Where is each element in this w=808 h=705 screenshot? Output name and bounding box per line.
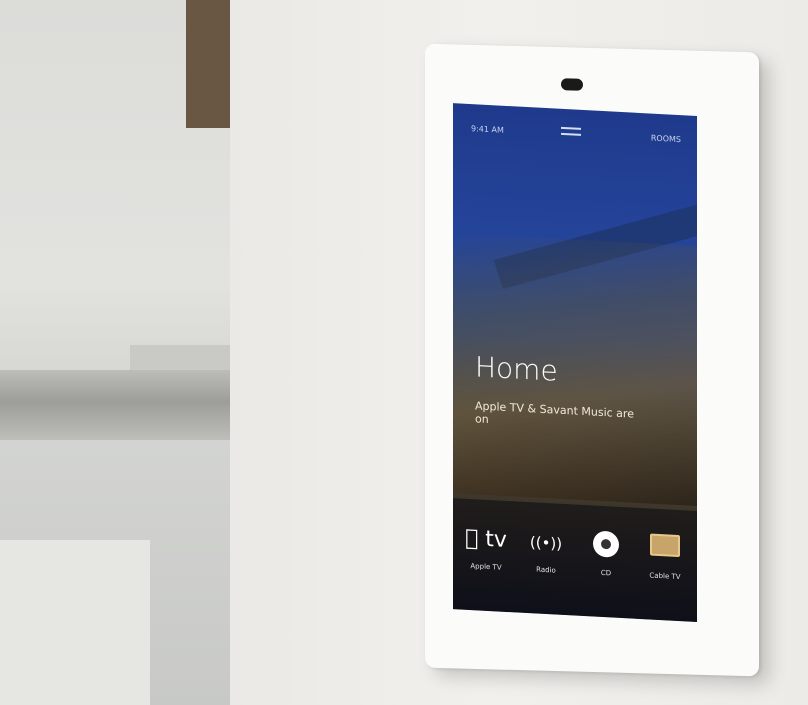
photo-scene: 9:41 AM ROOMS Home Apple TV & Savant Mus… xyxy=(0,0,808,705)
menu-icon[interactable] xyxy=(561,126,581,142)
apple-tv-icon:  tv xyxy=(465,526,507,553)
stovetop xyxy=(0,370,235,450)
status-left: 9:41 AM xyxy=(471,124,504,135)
page-title: Home xyxy=(475,350,558,388)
source-apple-tv[interactable]:  tv Apple TV xyxy=(461,524,511,573)
source-radio[interactable]: ((•)) Radio xyxy=(521,527,571,576)
cable-tv-icon xyxy=(650,533,680,558)
shelf xyxy=(0,540,150,705)
radio-icon: ((•)) xyxy=(529,533,563,553)
source-cable-tv[interactable]: Cable TV xyxy=(639,533,691,582)
touch-screen[interactable]: 9:41 AM ROOMS Home Apple TV & Savant Mus… xyxy=(453,103,697,622)
rooms-button[interactable]: ROOMS xyxy=(651,134,681,145)
cd-icon xyxy=(593,530,619,558)
door-frame xyxy=(186,0,230,128)
wall-touch-panel: 9:41 AM ROOMS Home Apple TV & Savant Mus… xyxy=(425,43,759,677)
camera-icon xyxy=(561,78,583,91)
source-cd[interactable]: CD xyxy=(581,530,631,579)
